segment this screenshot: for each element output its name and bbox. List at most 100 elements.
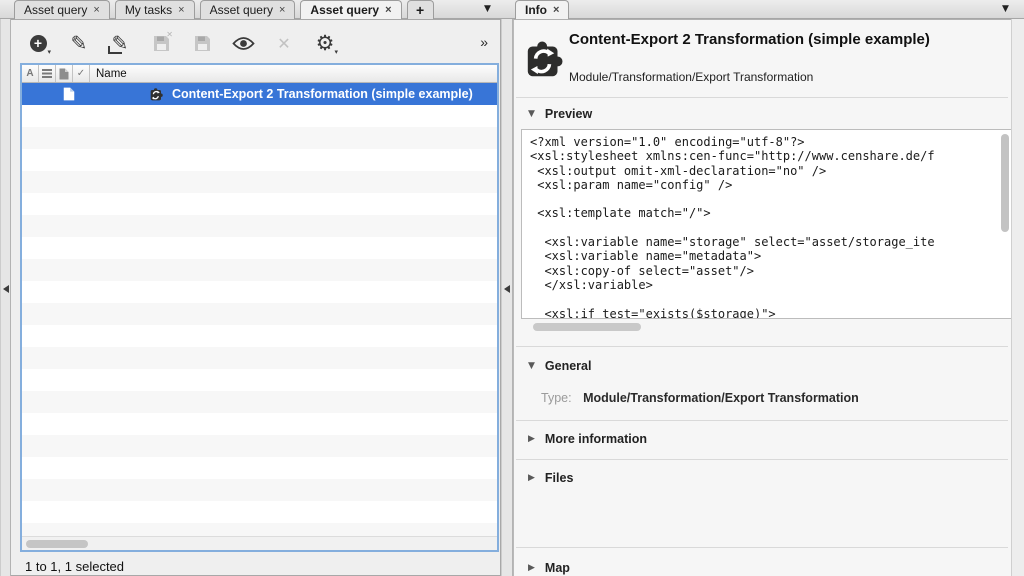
section-files[interactable]: ▶ Files	[528, 471, 573, 485]
disclosure-open-icon[interactable]: ▼	[528, 109, 535, 119]
save-button-disabled[interactable]	[189, 30, 215, 56]
column-header-document-icon[interactable]	[56, 65, 73, 82]
asset-query-panel: + ▾ ✎ ✎ ✕	[11, 19, 501, 576]
code-line: <xsl:stylesheet xmlns:cen-func="http://w…	[530, 149, 998, 163]
tab-asset-query-1[interactable]: Asset query ×	[14, 0, 110, 19]
transformation-icon-large	[523, 35, 569, 81]
code-horizontal-scrollbar[interactable]	[521, 321, 1013, 333]
section-general[interactable]: ▼ General	[528, 359, 591, 373]
table-row-selected[interactable]: Content-Export 2 Transformation (simple …	[22, 83, 497, 105]
close-icon[interactable]: ×	[553, 5, 559, 16]
code-line	[530, 292, 998, 306]
results-status: 1 to 1, 1 selected	[25, 559, 124, 574]
save-discard-button-disabled[interactable]: ✕	[148, 30, 174, 56]
page-corner-icon	[108, 46, 122, 54]
code-line: <xsl:variable name="storage" select="ass…	[530, 235, 998, 249]
column-header-list-icon[interactable]	[39, 65, 56, 82]
list-icon	[42, 69, 52, 78]
left-tab-bar: Asset query × My tasks × Asset query × A…	[0, 0, 512, 19]
x-icon: ✕	[277, 34, 290, 53]
code-line: <xsl:template match="/">	[530, 206, 998, 220]
section-map[interactable]: ▶ Map	[528, 561, 570, 575]
close-icon[interactable]: ×	[279, 5, 285, 16]
tab-label: My tasks	[125, 3, 172, 17]
caret-down-icon: ▾	[334, 48, 338, 56]
column-header-check-icon[interactable]: ✓	[73, 65, 90, 82]
x-badge-icon: ✕	[166, 30, 173, 39]
empty-table-rows[interactable]	[22, 105, 497, 536]
divider	[516, 420, 1008, 421]
edit-button[interactable]: ✎	[66, 30, 92, 56]
edit-metadata-button[interactable]: ✎	[107, 30, 133, 56]
type-field-label: Type:	[541, 391, 572, 405]
code-vertical-scrollbar-thumb[interactable]	[1001, 134, 1009, 232]
close-icon[interactable]: ×	[93, 5, 99, 16]
divider	[516, 547, 1008, 548]
column-header-type-icon[interactable]: A	[22, 65, 39, 82]
table-horizontal-scrollbar[interactable]	[22, 536, 497, 550]
disclosure-closed-icon[interactable]: ▶	[528, 434, 535, 444]
code-line	[530, 192, 998, 206]
gear-icon: ⚙	[316, 31, 335, 55]
section-label: Preview	[545, 107, 592, 121]
section-label: Files	[545, 471, 574, 485]
tab-my-tasks[interactable]: My tasks ×	[115, 0, 195, 19]
close-icon[interactable]: ×	[385, 5, 391, 16]
eye-icon	[232, 36, 255, 51]
right-tab-bar: Info × ▼	[512, 0, 1024, 19]
code-line: </xsl:variable>	[530, 278, 998, 292]
asset-title: Content-Export 2 Transformation (simple …	[569, 30, 969, 49]
scrollbar-thumb[interactable]	[533, 323, 641, 331]
settings-button[interactable]: ⚙ ▾	[312, 30, 338, 56]
collapse-arrow-icon[interactable]	[3, 285, 9, 293]
divider	[516, 459, 1008, 460]
collapse-arrow-icon[interactable]	[504, 285, 510, 293]
table-header-row: A ✓ Name	[22, 65, 497, 83]
code-line: <?xml version="1.0" encoding="utf-8"?>	[530, 135, 998, 149]
transformation-icon	[149, 86, 165, 102]
tab-asset-query-3-active[interactable]: Asset query ×	[300, 0, 401, 19]
left-splitter[interactable]	[0, 19, 11, 576]
new-tab-button[interactable]: +	[407, 0, 434, 19]
new-asset-button[interactable]: + ▾	[25, 30, 51, 56]
center-splitter[interactable]	[501, 19, 513, 576]
xml-preview-box[interactable]: <?xml version="1.0" encoding="utf-8"?> <…	[521, 129, 1013, 319]
tab-label: Asset query	[24, 3, 87, 17]
floppy-disk-icon	[193, 34, 212, 53]
plus-icon: +	[416, 2, 424, 18]
code-line: <xsl:if test="exists($storage)">	[530, 307, 998, 319]
asset-name: Content-Export 2 Transformation (simple …	[172, 87, 473, 101]
tab-asset-query-2[interactable]: Asset query ×	[200, 0, 296, 19]
divider	[516, 97, 1008, 98]
close-icon[interactable]: ×	[178, 5, 184, 16]
code-line: <xsl:copy-of select="asset"/>	[530, 264, 998, 278]
asset-result-table: A ✓ Name	[20, 63, 499, 552]
asset-type-subtitle: Module/Transformation/Export Transformat…	[569, 70, 813, 84]
column-header-name[interactable]: Name	[90, 65, 497, 82]
tab-label: Info	[525, 3, 547, 17]
info-panel: Content-Export 2 Transformation (simple …	[513, 19, 1024, 576]
tab-overflow-dropdown-icon[interactable]: ▼	[484, 4, 491, 14]
section-more-information[interactable]: ▶ More information	[528, 432, 647, 446]
section-preview[interactable]: ▼ Preview	[528, 107, 592, 121]
panel-dropdown-icon[interactable]: ▼	[1002, 4, 1009, 14]
caret-down-icon: ▾	[47, 48, 51, 56]
section-label: More information	[545, 432, 647, 446]
plus-circle-icon: +	[30, 35, 47, 52]
toolbar-overflow-button[interactable]: »	[480, 34, 488, 50]
tab-info[interactable]: Info ×	[515, 0, 569, 19]
code-line	[530, 221, 998, 235]
scrollbar-thumb[interactable]	[26, 540, 88, 548]
disclosure-closed-icon[interactable]: ▶	[528, 563, 535, 573]
delete-button-disabled[interactable]: ✕	[271, 30, 297, 56]
section-label: Map	[545, 561, 570, 575]
view-button[interactable]	[230, 30, 256, 56]
tab-label: Asset query	[310, 3, 379, 17]
document-icon	[59, 68, 69, 80]
code-line: <xsl:param name="config" />	[530, 178, 998, 192]
document-icon	[63, 87, 75, 101]
asset-toolbar: + ▾ ✎ ✎ ✕	[25, 26, 338, 60]
disclosure-open-icon[interactable]: ▼	[528, 361, 535, 371]
right-panel-scroll-gutter[interactable]	[1011, 19, 1024, 576]
disclosure-closed-icon[interactable]: ▶	[528, 473, 535, 483]
